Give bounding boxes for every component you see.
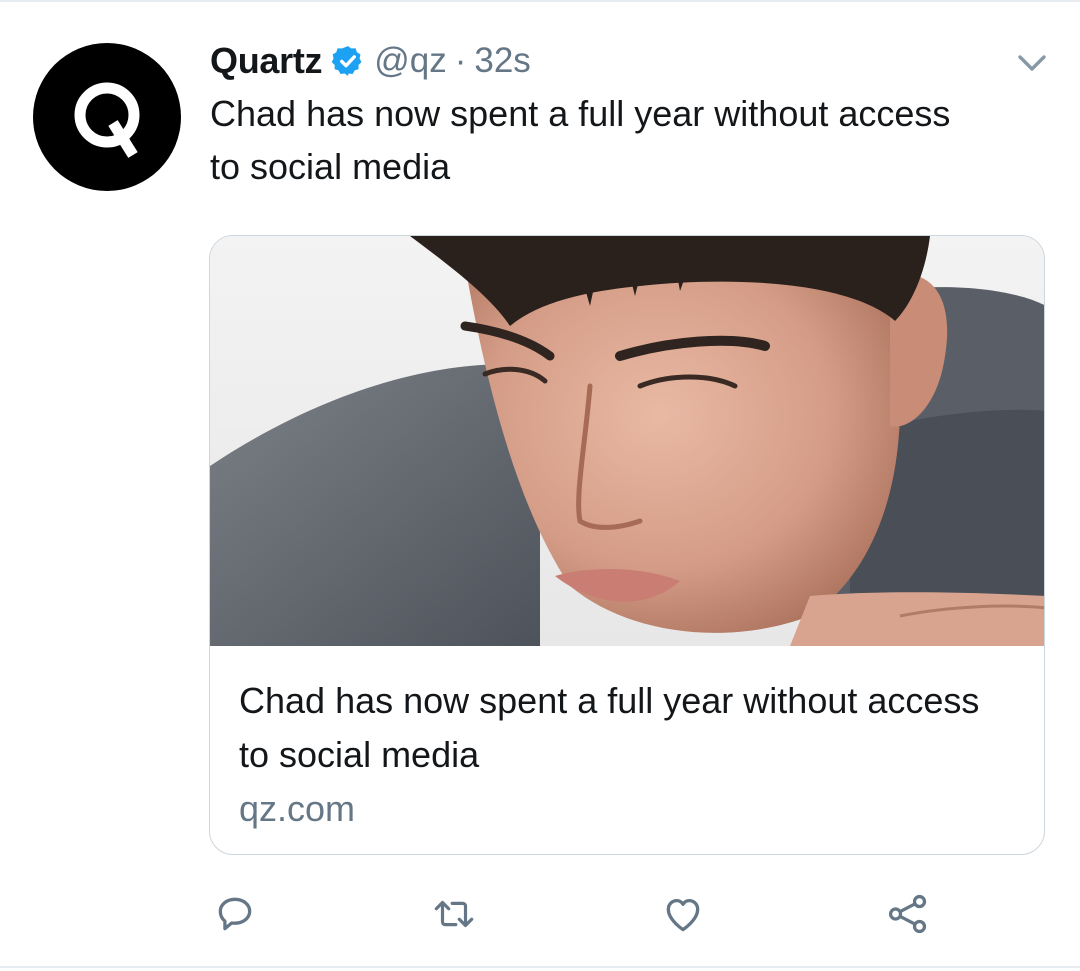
card-title[interactable]: Chad has now spent a full year without a… (239, 674, 999, 782)
avatar[interactable] (33, 43, 181, 191)
retweet-icon (434, 900, 474, 928)
verified-badge-icon (331, 46, 362, 76)
card-image (210, 236, 1044, 646)
reply-button[interactable] (211, 890, 259, 938)
top-divider (0, 0, 1080, 2)
heart-icon (666, 898, 700, 932)
retweet-button[interactable] (430, 890, 478, 938)
timestamp[interactable]: 32s (474, 41, 530, 81)
share-button[interactable] (884, 890, 932, 938)
tweet-text: Chad has now spent a full year without a… (210, 93, 951, 187)
author-name[interactable]: Quartz (210, 40, 323, 82)
link-card[interactable]: Chad has now spent a full year without a… (209, 235, 1045, 855)
chevron-down-icon[interactable] (1016, 52, 1048, 74)
card-domain[interactable]: qz.com (239, 786, 355, 832)
quartz-logo-icon (74, 82, 140, 158)
author-handle[interactable]: @qz (374, 41, 447, 81)
separator-dot: · (454, 41, 467, 80)
bottom-divider (0, 966, 1080, 968)
like-button[interactable] (659, 890, 707, 938)
share-icon (888, 894, 927, 934)
reply-icon (218, 897, 252, 931)
tweet-header: Quartz @qz · 32s (210, 38, 531, 84)
